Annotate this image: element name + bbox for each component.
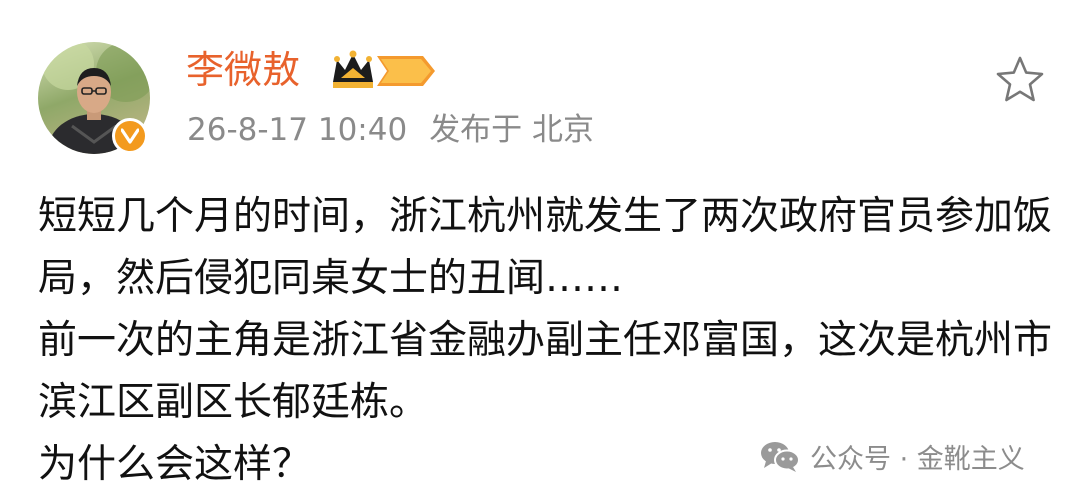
watermark-text: 公众号 · 金靴主义 [810,443,1025,475]
star-outline-icon [996,56,1044,102]
wechat-icon [761,442,800,472]
post-date: 26-8-17 10:40 [187,112,408,148]
vip-badge[interactable]: II [331,50,726,92]
post-paragraph: 前一次的主角是浙江省金融办副主任邓富国，这次是杭州市滨江区副区长郁廷栋。 [38,318,1053,425]
post-paragraph: 短短几个月的时间，浙江杭州就发生了两次政府官员参加饭局，然后侵犯同桌女士的丑闻…… [38,194,1053,301]
post-meta: 26-8-17 10:40 发布于 北京 [187,108,594,152]
vip-level-label: II [707,59,727,83]
favorite-button[interactable] [994,54,1046,106]
verified-badge-icon [112,118,148,154]
crown-icon [333,50,435,88]
author-name[interactable]: 李微敖 [186,44,300,96]
watermark: 公众号 · 金靴主义 [760,434,1025,478]
post-location: 发布于 北京 [429,112,595,148]
